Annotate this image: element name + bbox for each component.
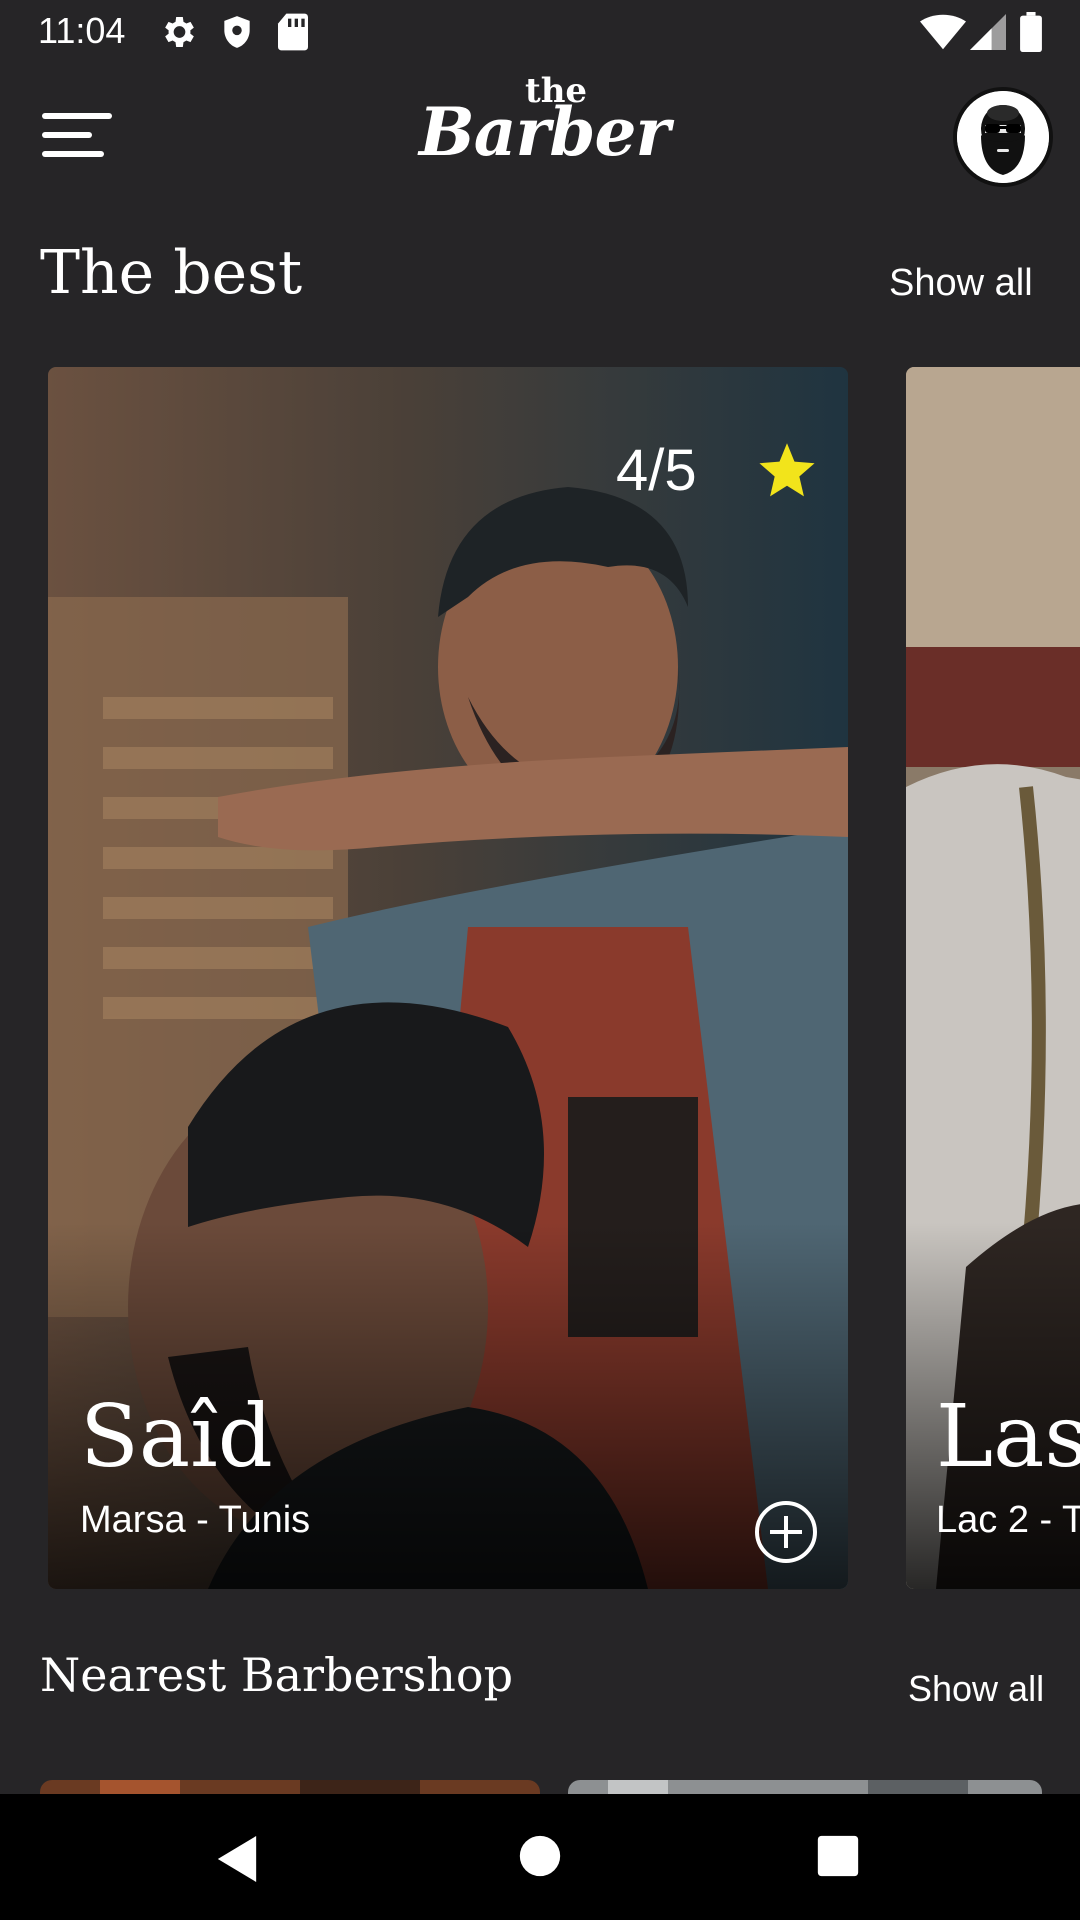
nearest-show-all-link[interactable]: Show all (908, 1668, 1044, 1710)
system-nav-bar (0, 1794, 1080, 1920)
battery-icon (1020, 12, 1042, 52)
best-show-all-link[interactable]: Show all (889, 262, 1033, 305)
menu-line (42, 113, 112, 119)
barber-name: Lasi (936, 1387, 1080, 1487)
home-icon[interactable] (518, 1834, 562, 1878)
barber-card-second[interactable]: Lasi Lac 2 - T (906, 367, 1080, 1589)
app-bar: the Barber (0, 63, 1080, 210)
wifi-icon (920, 14, 966, 50)
barber-location: Lac 2 - T (936, 1499, 1080, 1541)
avatar[interactable] (953, 87, 1053, 187)
menu-line (42, 132, 92, 138)
status-time: 11:04 (38, 10, 126, 51)
barbershop-card[interactable] (568, 1780, 1042, 1794)
logo-barber-text: Barber (419, 93, 670, 171)
barbershop-card[interactable] (40, 1780, 540, 1794)
shield-icon (224, 16, 250, 48)
barber-card-said[interactable]: 4/5 Saîd Marsa - Tunis (48, 367, 848, 1589)
barber-location: Marsa - Tunis (80, 1499, 311, 1541)
menu-line (42, 151, 104, 157)
status-bar: 11:04 (0, 0, 1080, 63)
star-icon (759, 443, 815, 497)
sd-card-icon (278, 13, 308, 51)
barbershop-photo (40, 1780, 540, 1794)
bearded-man-avatar-icon (957, 91, 1049, 183)
best-section-title: The best (40, 238, 303, 308)
main-content: The best Show all 4/5 Saîd Marsa - Tunis… (0, 210, 1080, 1794)
recents-icon[interactable] (816, 1834, 860, 1878)
nearest-section-title: Nearest Barbershop (40, 1648, 514, 1702)
back-icon[interactable] (214, 1834, 260, 1884)
barber-name: Saîd (80, 1387, 273, 1487)
rating-text: 4/5 (616, 438, 697, 503)
app-logo: the Barber (415, 71, 671, 191)
cell-signal-icon (970, 14, 1006, 50)
barbershop-photo (568, 1780, 1042, 1794)
menu-button[interactable] (38, 105, 114, 165)
gear-icon (165, 17, 194, 47)
add-circle-icon[interactable] (753, 1499, 819, 1565)
